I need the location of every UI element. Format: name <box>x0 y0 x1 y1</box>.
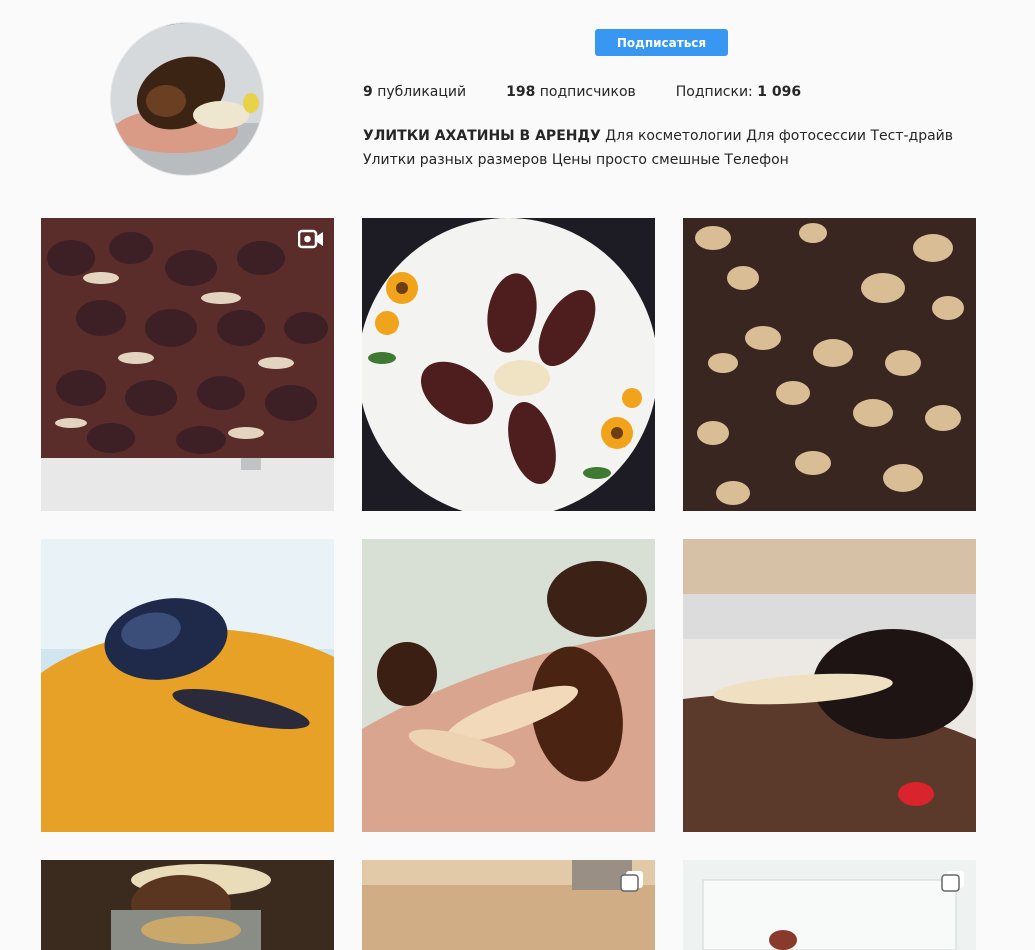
post-snail-orange-lid <box>41 539 334 832</box>
post-tile[interactable] <box>41 539 334 832</box>
post-tile[interactable] <box>683 860 976 950</box>
post-snails-pile <box>41 218 334 511</box>
post-snail-white-tray <box>683 860 976 950</box>
video-icon <box>298 228 324 250</box>
followers-label: подписчиков <box>539 84 636 100</box>
carousel-icon <box>619 870 645 892</box>
avatar-image <box>111 23 263 175</box>
following-count-stat[interactable]: Подписки: 1 096 <box>676 84 801 100</box>
carousel-icon <box>940 870 966 892</box>
following-label: Подписки: <box>675 84 753 100</box>
follow-button[interactable]: Подписаться <box>595 29 728 56</box>
post-tile[interactable] <box>41 218 334 511</box>
post-snail-on-hand <box>683 539 976 832</box>
post-snail-food <box>41 860 334 950</box>
followers-count: 198 <box>506 84 536 100</box>
bio-line-2: Улитки разных размеров Цены просто смешн… <box>363 152 789 168</box>
bio-line-1: Для косметологии Для фотосессии Тест-дра… <box>600 128 954 144</box>
post-tile[interactable] <box>362 860 655 950</box>
post-tile[interactable] <box>683 539 976 832</box>
post-tile[interactable] <box>683 218 976 511</box>
profile-avatar[interactable] <box>110 22 264 176</box>
profile-bio: УЛИТКИ АХАТИНЫ В АРЕНДУ Для косметологии… <box>363 124 983 172</box>
post-snail-closeup <box>362 860 655 950</box>
posts-count: 9 <box>363 84 373 100</box>
post-tile[interactable] <box>362 218 655 511</box>
post-tile[interactable] <box>362 539 655 832</box>
post-baby-snails-soil <box>683 218 976 511</box>
posts-count-stat[interactable]: 9 публикаций <box>363 84 466 100</box>
followers-count-stat[interactable]: 198 подписчиков <box>506 84 636 100</box>
posts-label: публикаций <box>377 84 467 100</box>
post-snails-plate <box>362 218 655 511</box>
following-count: 1 096 <box>757 84 802 100</box>
profile-stats: 9 публикаций 198 подписчиков Подписки: 1… <box>363 84 841 100</box>
post-tile[interactable] <box>41 860 334 950</box>
bio-title: УЛИТКИ АХАТИНЫ В АРЕНДУ <box>363 128 601 144</box>
post-snails-on-arm <box>362 539 655 832</box>
